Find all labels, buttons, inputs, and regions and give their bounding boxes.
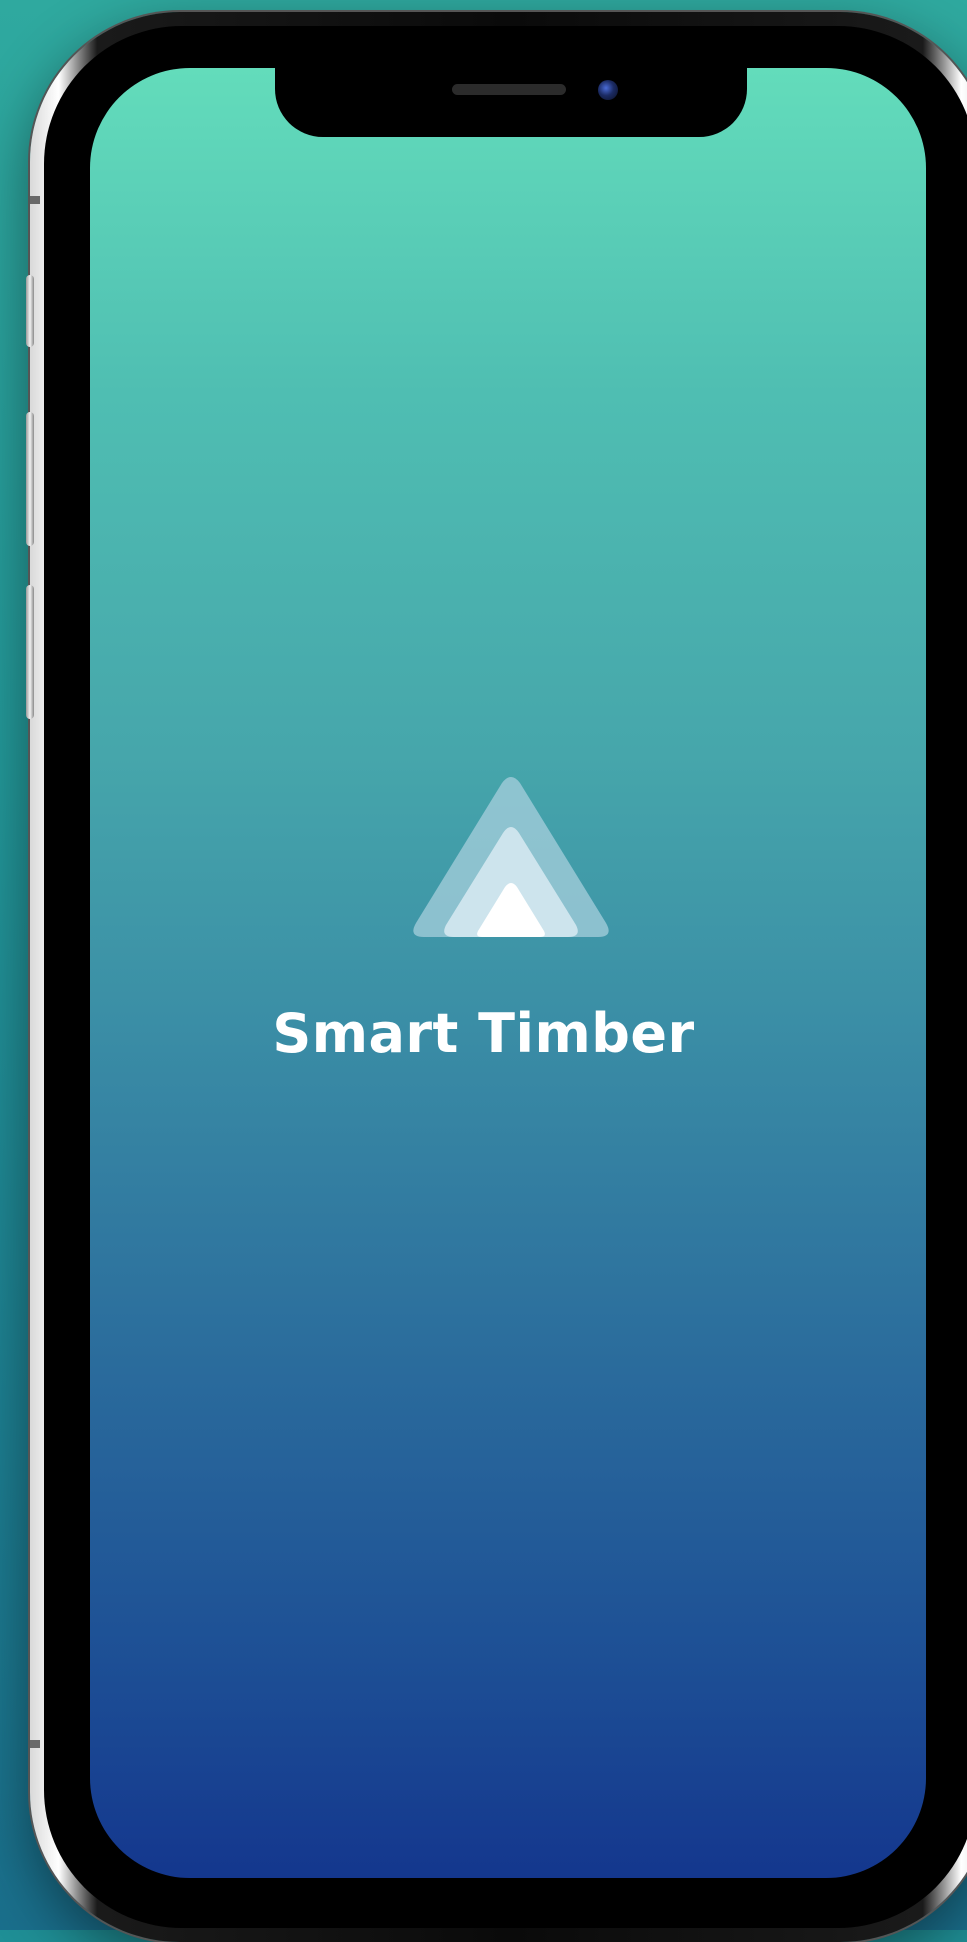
splash-screen: [90, 68, 926, 1878]
earpiece-speaker: [452, 84, 566, 95]
antenna-band: [30, 196, 40, 204]
layered-triangle-logo-icon: [413, 777, 609, 937]
volume-down-button: [26, 585, 34, 719]
antenna-band: [30, 1740, 40, 1748]
volume-up-button: [26, 412, 34, 546]
app-name: Smart Timber: [272, 1002, 695, 1065]
front-camera: [598, 80, 618, 100]
silent-switch: [26, 275, 34, 347]
